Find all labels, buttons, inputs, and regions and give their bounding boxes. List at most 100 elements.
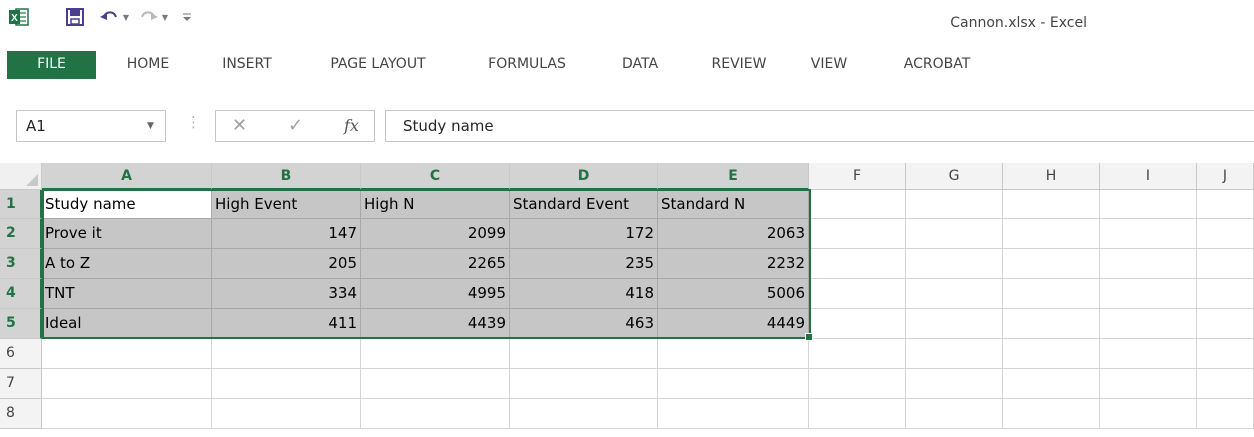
tab-review[interactable]: REVIEW [699, 51, 779, 79]
cell-j2[interactable] [1197, 219, 1254, 249]
cell-j4[interactable] [1197, 279, 1254, 309]
cell-f2[interactable] [809, 219, 906, 249]
tab-data[interactable]: DATA [609, 51, 671, 79]
cell-i5[interactable] [1100, 309, 1197, 339]
cell-g4[interactable] [906, 279, 1003, 309]
cell-i4[interactable] [1100, 279, 1197, 309]
cell-a1[interactable]: Study name [42, 190, 212, 219]
column-header-c[interactable]: C [361, 163, 510, 190]
cell-b5[interactable]: 411 [212, 309, 361, 339]
cell-b8[interactable] [212, 399, 361, 429]
row-header-2[interactable]: 2 [0, 219, 42, 249]
undo-dropdown-icon[interactable]: ▼ [121, 6, 131, 28]
cancel-icon[interactable]: ✕ [232, 115, 247, 136]
column-header-i[interactable]: I [1100, 163, 1197, 190]
cell-f1[interactable] [809, 190, 906, 219]
cell-i8[interactable] [1100, 399, 1197, 429]
cell-c4[interactable]: 4995 [361, 279, 510, 309]
cell-d2[interactable]: 172 [510, 219, 658, 249]
cell-g5[interactable] [906, 309, 1003, 339]
cell-b7[interactable] [212, 369, 361, 399]
cell-c6[interactable] [361, 339, 510, 369]
cell-c7[interactable] [361, 369, 510, 399]
cell-h3[interactable] [1003, 249, 1100, 279]
select-all-button[interactable] [0, 163, 42, 190]
cell-d7[interactable] [510, 369, 658, 399]
cell-a6[interactable] [42, 339, 212, 369]
cell-e4[interactable]: 5006 [658, 279, 809, 309]
cell-h5[interactable] [1003, 309, 1100, 339]
cell-e6[interactable] [658, 339, 809, 369]
cell-f7[interactable] [809, 369, 906, 399]
cell-a7[interactable] [42, 369, 212, 399]
column-header-d[interactable]: D [510, 163, 658, 190]
cell-c8[interactable] [361, 399, 510, 429]
cell-j6[interactable] [1197, 339, 1254, 369]
redo-dropdown-icon[interactable]: ▼ [160, 6, 170, 28]
row-header-7[interactable]: 7 [0, 369, 42, 399]
customize-quick-access-icon[interactable] [180, 6, 194, 28]
cell-f8[interactable] [809, 399, 906, 429]
cell-i1[interactable] [1100, 190, 1197, 219]
cell-g8[interactable] [906, 399, 1003, 429]
row-header-6[interactable]: 6 [0, 339, 42, 369]
cell-g6[interactable] [906, 339, 1003, 369]
fill-handle[interactable] [805, 333, 813, 341]
tab-acrobat[interactable]: ACROBAT [886, 51, 988, 79]
cell-g3[interactable] [906, 249, 1003, 279]
cell-a2[interactable]: Prove it [42, 219, 212, 249]
cell-g2[interactable] [906, 219, 1003, 249]
cell-e5[interactable]: 4449 [658, 309, 809, 339]
cell-c2[interactable]: 2099 [361, 219, 510, 249]
cell-e1[interactable]: Standard N [658, 190, 809, 219]
undo-icon[interactable] [98, 6, 120, 28]
cell-e7[interactable] [658, 369, 809, 399]
tab-formulas[interactable]: FORMULAS [475, 51, 579, 79]
cell-g7[interactable] [906, 369, 1003, 399]
insert-function-icon[interactable]: fx [344, 116, 359, 135]
cell-c1[interactable]: High N [361, 190, 510, 219]
cell-b1[interactable]: High Event [212, 190, 361, 219]
cell-f3[interactable] [809, 249, 906, 279]
cell-c3[interactable]: 2265 [361, 249, 510, 279]
cell-i7[interactable] [1100, 369, 1197, 399]
cell-h6[interactable] [1003, 339, 1100, 369]
cell-h8[interactable] [1003, 399, 1100, 429]
cell-b6[interactable] [212, 339, 361, 369]
cell-j8[interactable] [1197, 399, 1254, 429]
cell-a3[interactable]: A to Z [42, 249, 212, 279]
cell-b2[interactable]: 147 [212, 219, 361, 249]
cell-f6[interactable] [809, 339, 906, 369]
formula-input[interactable]: Study name [385, 110, 1254, 142]
cell-h4[interactable] [1003, 279, 1100, 309]
cell-d3[interactable]: 235 [510, 249, 658, 279]
row-header-4[interactable]: 4 [0, 279, 42, 309]
cell-a4[interactable]: TNT [42, 279, 212, 309]
column-header-e[interactable]: E [658, 163, 809, 190]
tab-page-layout[interactable]: PAGE LAYOUT [314, 51, 442, 79]
cell-h2[interactable] [1003, 219, 1100, 249]
row-header-5[interactable]: 5 [0, 309, 42, 339]
enter-check-icon[interactable]: ✓ [288, 115, 303, 136]
cell-d8[interactable] [510, 399, 658, 429]
cell-d4[interactable]: 418 [510, 279, 658, 309]
cell-d5[interactable]: 463 [510, 309, 658, 339]
cell-e8[interactable] [658, 399, 809, 429]
column-header-g[interactable]: G [906, 163, 1003, 190]
formula-bar-grip-icon[interactable]: ⋮ [186, 113, 201, 131]
cell-i3[interactable] [1100, 249, 1197, 279]
cell-a5[interactable]: Ideal [42, 309, 212, 339]
cell-g1[interactable] [906, 190, 1003, 219]
row-header-3[interactable]: 3 [0, 249, 42, 279]
cell-d6[interactable] [510, 339, 658, 369]
row-header-1[interactable]: 1 [0, 190, 42, 219]
row-header-8[interactable]: 8 [0, 399, 42, 429]
tab-file[interactable]: FILE [7, 51, 96, 79]
tab-home[interactable]: HOME [117, 51, 179, 79]
name-box[interactable]: A1 ▼ [16, 110, 166, 142]
column-header-j[interactable]: J [1197, 163, 1254, 190]
tab-insert[interactable]: INSERT [211, 51, 283, 79]
cell-c5[interactable]: 4439 [361, 309, 510, 339]
cell-h7[interactable] [1003, 369, 1100, 399]
tab-view[interactable]: VIEW [803, 51, 855, 79]
